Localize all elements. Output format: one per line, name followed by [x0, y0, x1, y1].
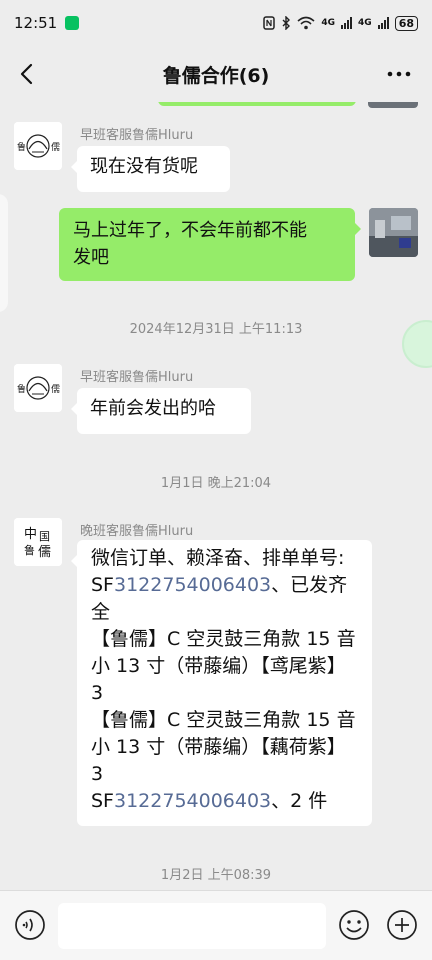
- tracking-number-link[interactable]: 3122754006403: [114, 790, 271, 812]
- chat-header: 鲁儒合作(6): [0, 46, 432, 102]
- message-input[interactable]: [58, 903, 326, 949]
- timestamp: 2024年12月31日 上午11:13: [129, 322, 303, 337]
- bluetooth-icon: [282, 16, 291, 30]
- incoming-message-order[interactable]: 微信订单、赖泽奋、排单单号: SF3122754006403、已发齐 全 【鲁儒…: [71, 540, 372, 826]
- wifi-icon: [297, 16, 315, 30]
- brand-logo: 鲁 儒: [14, 122, 62, 170]
- message-line: 【鲁儒】C 空灵鼓三角款 15 音: [91, 628, 356, 650]
- message-line: SF3122754006403、2 件: [91, 788, 358, 815]
- input-bar: [0, 890, 432, 960]
- tracking-number-link[interactable]: 3122754006403: [114, 574, 271, 596]
- status-bar: 12:51 4G 4G 68: [0, 0, 432, 46]
- message-text: 、2 件: [271, 790, 328, 812]
- outgoing-message[interactable]: 马上过年了，不会年前都不能 发吧: [59, 208, 361, 281]
- more-options-icon[interactable]: [384, 60, 414, 88]
- avatar-morning-service[interactable]: 鲁 儒: [14, 122, 62, 170]
- message-line: 小 13 寸（带藤编）【鸢尾紫】: [91, 655, 346, 677]
- message-text: SF: [91, 574, 114, 596]
- timestamp: 1月2日 上午08:39: [160, 868, 272, 883]
- message-line: 【鲁儒】C 空灵鼓三角款 15 音: [91, 709, 356, 731]
- chat-area[interactable]: 鲁 儒 早班客服鲁儒Hluru 现在没有货呢 马上过年了，不会年前都不能 发吧 …: [0, 102, 432, 890]
- previous-avatar[interactable]: [368, 102, 418, 108]
- emoji-icon[interactable]: [338, 909, 370, 941]
- svg-text:儒: 儒: [51, 383, 60, 395]
- svg-text:中: 中: [24, 527, 37, 542]
- svg-text:儒: 儒: [51, 141, 60, 153]
- side-handle[interactable]: [0, 194, 8, 312]
- sender-name: 晚班客服鲁儒Hluru: [80, 524, 194, 539]
- chat-title: 鲁儒合作(6): [162, 64, 270, 87]
- message-text: SF: [91, 790, 114, 812]
- battery-indicator: 68: [394, 15, 418, 31]
- status-left: 12:51: [14, 14, 80, 32]
- message-line: 3: [91, 763, 104, 785]
- incoming-message[interactable]: 年前会发出的哈: [71, 388, 251, 434]
- wechat-notification-icon: [65, 16, 80, 30]
- avatar-evening-service[interactable]: 中 国 鲁 儒: [14, 518, 62, 566]
- signal-1-icon: [341, 17, 353, 29]
- avatar-self[interactable]: [369, 208, 418, 257]
- message-text: 、已发齐: [271, 574, 348, 596]
- voice-input-icon[interactable]: [14, 909, 46, 941]
- message-line: 3: [91, 682, 104, 704]
- svg-text:鲁: 鲁: [17, 141, 26, 153]
- self-photo-icon: [369, 208, 418, 257]
- message-line: SF3122754006403、已发齐: [91, 572, 358, 599]
- brand-logo: 鲁 儒: [14, 364, 62, 412]
- network-type-2: 4G: [358, 18, 372, 28]
- message-line: 微信订单、赖泽奋、排单单号:: [91, 547, 345, 569]
- avatar-morning-service[interactable]: 鲁 儒: [14, 364, 62, 412]
- message-line: 小 13 寸（带藤编）【藕荷紫】: [91, 736, 346, 758]
- sender-name: 早班客服鲁儒Hluru: [80, 128, 194, 143]
- message-text: 年前会发出的哈: [90, 398, 216, 419]
- previous-message-bubble[interactable]: [158, 102, 356, 106]
- svg-text:鲁: 鲁: [17, 383, 26, 395]
- timestamp: 1月1日 晚上21:04: [160, 476, 272, 491]
- svg-text:儒: 儒: [38, 545, 51, 560]
- message-line: 全: [91, 601, 111, 623]
- sender-name: 早班客服鲁儒Hluru: [80, 370, 194, 385]
- svg-text:鲁: 鲁: [24, 543, 35, 557]
- message-line: 马上过年了，不会年前都不能: [73, 220, 307, 241]
- status-right: 4G 4G 68: [263, 15, 418, 31]
- message-text: 现在没有货呢: [90, 156, 198, 177]
- incoming-message[interactable]: 现在没有货呢: [71, 146, 230, 192]
- svg-text:国: 国: [39, 530, 50, 543]
- signal-2-icon: [377, 17, 389, 29]
- message-line: 发吧: [73, 247, 109, 268]
- network-type-1: 4G: [321, 18, 336, 28]
- plus-icon[interactable]: [386, 909, 418, 941]
- brand-calligraphy-logo: 中 国 鲁 儒: [14, 518, 62, 566]
- status-time: 12:51: [14, 14, 58, 32]
- back-icon[interactable]: [14, 60, 42, 88]
- nfc-icon: [263, 16, 276, 30]
